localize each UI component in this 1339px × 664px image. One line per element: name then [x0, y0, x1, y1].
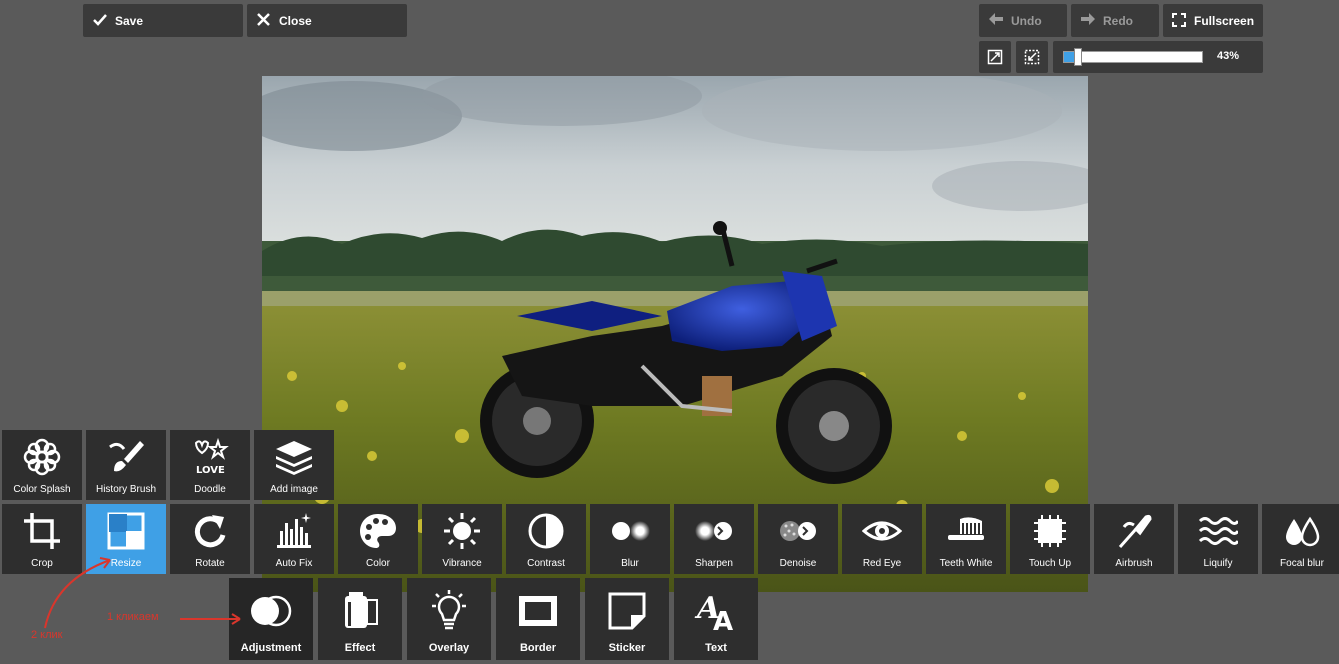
annotation-click2: 2 клик	[31, 629, 63, 641]
annotation-arrows	[44, 557, 241, 629]
annotation-click1: 1 кликаем	[107, 611, 159, 623]
